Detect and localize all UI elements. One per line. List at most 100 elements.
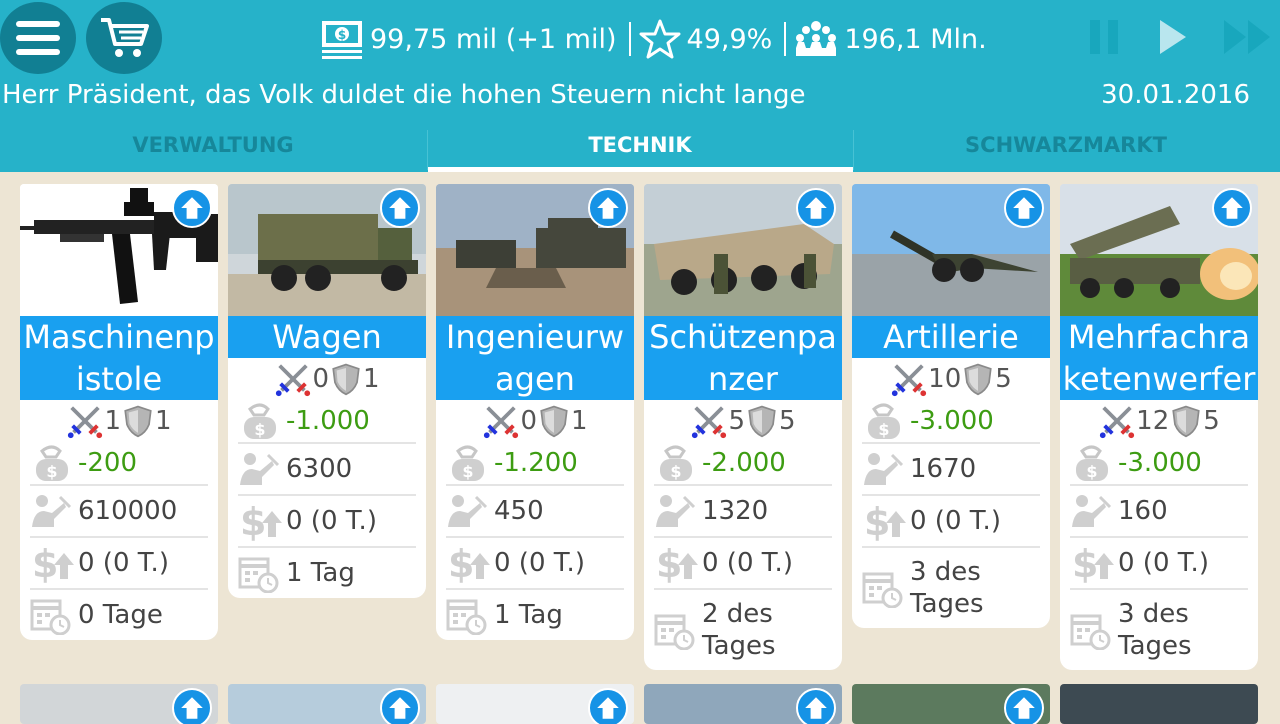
attack-defense-row: 0 1 [436, 400, 634, 442]
unit-card-maschinenpistole[interactable]: Maschinenpistole 1 1 -200 610000 0 (0 T.… [20, 184, 218, 640]
defense-value: 1 [571, 406, 588, 436]
soldier-icon [238, 449, 282, 489]
upgrade-button[interactable] [172, 688, 212, 724]
shield-icon [745, 404, 779, 438]
cost-value: -1.200 [494, 448, 578, 478]
defense-value: 5 [995, 364, 1012, 394]
soldier-icon [446, 491, 490, 531]
count-row: 1670 [862, 444, 1040, 496]
divider [784, 22, 787, 56]
upgrade-button[interactable] [796, 688, 836, 724]
tab-technik[interactable]: TECHNIK [427, 128, 853, 172]
shield-icon [329, 362, 363, 396]
time-value: 3 des Tages [1118, 599, 1192, 661]
attack-defense-row: 10 5 [852, 358, 1050, 400]
unit-card-partial[interactable] [228, 684, 426, 724]
upgrade-button[interactable] [1004, 688, 1044, 724]
attack-value: 5 [728, 406, 745, 436]
cost-row: -3.000 [862, 400, 1040, 444]
income-value: 0 (0 T.) [286, 506, 377, 536]
arrow-up-icon [1006, 190, 1042, 226]
tab-verwaltung[interactable]: VERWALTUNG [0, 128, 426, 172]
count-row: 450 [446, 486, 624, 538]
dollar-up-icon [862, 501, 906, 541]
income-row: 0 (0 T.) [862, 496, 1040, 548]
count-value: 6300 [286, 454, 353, 484]
income-value: 0 (0 T.) [494, 548, 585, 578]
calendar-clock-icon [1070, 610, 1114, 650]
money-value: 99,75 mil (+1 mil) [370, 23, 617, 55]
unit-name-text: Mehrfachraketenwerfer [1062, 318, 1256, 398]
money-bag-icon [1070, 443, 1114, 483]
attack-value: 0 [520, 406, 537, 436]
attack-value: 1 [104, 406, 121, 436]
attack-defense-row: 1 1 [20, 400, 218, 442]
crossed-swords-icon [1098, 402, 1136, 440]
play-button[interactable] [1158, 18, 1188, 63]
tab-schwarzmarkt[interactable]: SCHWARZMARKT [853, 128, 1279, 172]
unit-card-artillerie[interactable]: Artillerie 10 5 -3.000 1670 0 (0 T.) 3 d… [852, 184, 1050, 628]
unit-card-wagen[interactable]: Wagen 0 1 -1.000 6300 0 (0 T.) 1 Tag [228, 184, 426, 598]
income-row: 0 (0 T.) [654, 538, 832, 590]
income-row: 0 (0 T.) [1070, 538, 1248, 590]
defense-value: 5 [1203, 406, 1220, 436]
top-bar: $ 99,75 mil (+1 mil) 49,9% 196,1 Mln. He… [0, 0, 1280, 172]
calendar-clock-icon [30, 595, 74, 635]
defense-value: 5 [779, 406, 796, 436]
cost-row: -1.000 [238, 400, 416, 444]
time-row: 3 des Tages [1070, 590, 1248, 670]
time-value: 1 Tag [494, 600, 563, 630]
soldier-icon [1070, 491, 1114, 531]
unit-name: Ingenieurwagen [436, 316, 634, 400]
arrow-up-icon [382, 190, 418, 226]
upgrade-button[interactable] [1212, 188, 1252, 228]
unit-card-partial[interactable] [1060, 684, 1258, 724]
upgrade-button[interactable] [796, 188, 836, 228]
unit-card-partial[interactable] [852, 684, 1050, 724]
attack-value: 10 [928, 364, 962, 394]
defense-value: 1 [363, 364, 380, 394]
shield-icon [961, 362, 995, 396]
cart-icon [101, 18, 149, 57]
calendar-clock-icon [238, 553, 282, 593]
unit-name: Maschinenpistole [20, 316, 218, 400]
upgrade-button[interactable] [1004, 188, 1044, 228]
arrow-up-icon [382, 690, 418, 724]
arrow-up-icon [1006, 690, 1042, 724]
star-icon [639, 19, 681, 59]
cost-row: -2.000 [654, 442, 832, 486]
time-value: 3 des Tages [910, 557, 984, 619]
income-value: 0 (0 T.) [702, 548, 793, 578]
upgrade-button[interactable] [380, 188, 420, 228]
unit-card-schuetzenpanzer[interactable]: Schützenpanzer 5 5 -2.000 1320 0 (0 T.) … [644, 184, 842, 670]
unit-card-mehrfachraketenwerfer[interactable]: Mehrfachraketenwerfer 12 5 -3.000 160 0 … [1060, 184, 1258, 670]
money-bag-icon [446, 443, 490, 483]
cost-value: -2.000 [702, 448, 786, 478]
attack-defense-row: 0 1 [228, 358, 426, 400]
attack-defense-row: 5 5 [644, 400, 842, 442]
fast-forward-button[interactable] [1222, 18, 1276, 63]
stats-bar: $ 99,75 mil (+1 mil) 49,9% 196,1 Mln. [320, 14, 987, 64]
unit-name-text: Ingenieurwagen [445, 318, 625, 398]
shop-button[interactable] [86, 2, 162, 74]
upgrade-button[interactable] [588, 688, 628, 724]
unit-card-ingenieurwagen[interactable]: Ingenieurwagen 0 1 -1.200 450 0 (0 T.) 1… [436, 184, 634, 640]
upgrade-button[interactable] [172, 188, 212, 228]
income-row: 0 (0 T.) [238, 496, 416, 548]
unit-name: Mehrfachraketenwerfer [1060, 316, 1258, 400]
pause-button[interactable] [1090, 18, 1120, 63]
pause-icon [1090, 20, 1118, 54]
unit-card-partial[interactable] [436, 684, 634, 724]
attack-value: 12 [1136, 406, 1170, 436]
unit-card-partial[interactable] [644, 684, 842, 724]
unit-card-partial[interactable] [20, 684, 218, 724]
unit-image [1060, 184, 1258, 316]
upgrade-button[interactable] [380, 688, 420, 724]
cost-row: -200 [30, 442, 208, 486]
cost-value: -3.000 [1118, 448, 1202, 478]
time-row: 3 des Tages [862, 548, 1040, 628]
menu-button[interactable] [0, 2, 76, 74]
calendar-clock-icon [446, 595, 490, 635]
menu-icon [16, 21, 60, 55]
upgrade-button[interactable] [588, 188, 628, 228]
